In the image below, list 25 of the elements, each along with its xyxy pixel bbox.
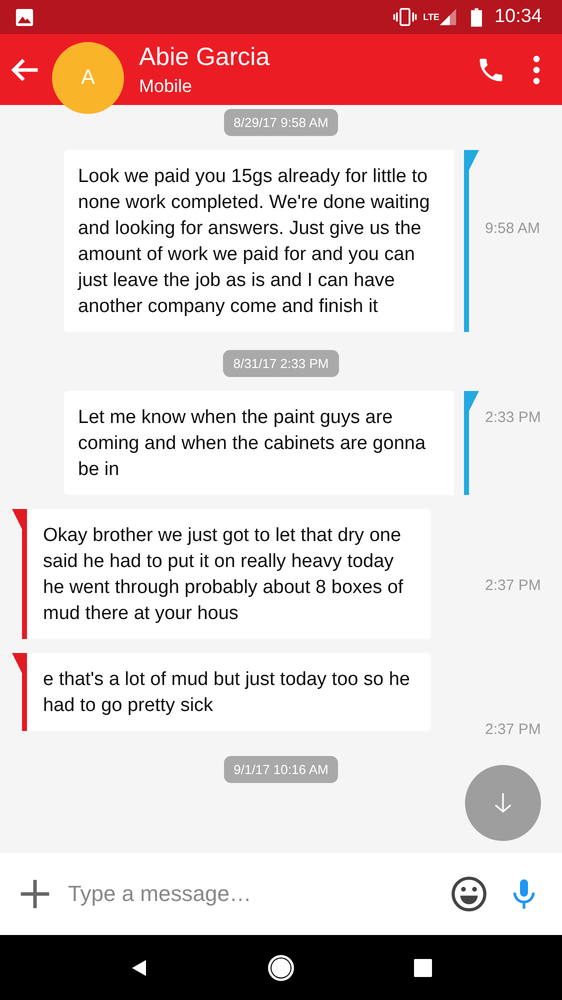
recents-icon[interactable] bbox=[413, 956, 434, 978]
message-bubble: Okay brother we just got to let that dry one said he had to put it on really heavy today he went through probably about 8 boxes of mud there at your hous bbox=[27, 509, 431, 639]
battery-icon bbox=[471, 8, 482, 26]
message-time: 9:58 AM bbox=[485, 220, 540, 237]
smiley-icon[interactable] bbox=[450, 875, 488, 913]
message-bubble: Look we paid you 15gs already for little to none work completed. We're done waiting and looking for answers. Just give us the amount of work we paid for and you can just leave the job as is and I can have another company come and finish it bbox=[64, 150, 454, 332]
more-icon[interactable] bbox=[532, 54, 541, 84]
message-time: 2:37 PM bbox=[485, 721, 541, 738]
signal-icon bbox=[439, 8, 458, 26]
date-chip: 8/29/17 9:58 AM bbox=[224, 109, 338, 136]
network-label: LTE bbox=[423, 12, 440, 22]
contact-name: Abie Garcia bbox=[139, 42, 271, 72]
message-time: 2:33 PM bbox=[485, 409, 541, 426]
image-icon bbox=[15, 8, 34, 26]
message-time: 2:37 PM bbox=[485, 577, 541, 594]
vibrate-icon bbox=[393, 8, 418, 26]
add-icon[interactable] bbox=[18, 877, 52, 911]
contact-subtitle: Mobile bbox=[139, 76, 194, 96]
home-icon[interactable] bbox=[266, 952, 296, 982]
contact-avatar[interactable]: A bbox=[52, 42, 124, 114]
message-bubble: Let me know when the paint guys are coming and when the cabinets are gonna be in bbox=[64, 391, 454, 495]
date-chip: 8/31/17 2:33 PM bbox=[223, 350, 339, 377]
status-time: 10:34 bbox=[494, 6, 542, 28]
message-bubble: e that's a lot of mud but just today too so he had to go pretty sick bbox=[27, 653, 431, 731]
date-chip: 9/1/17 10:16 AM bbox=[224, 756, 338, 783]
